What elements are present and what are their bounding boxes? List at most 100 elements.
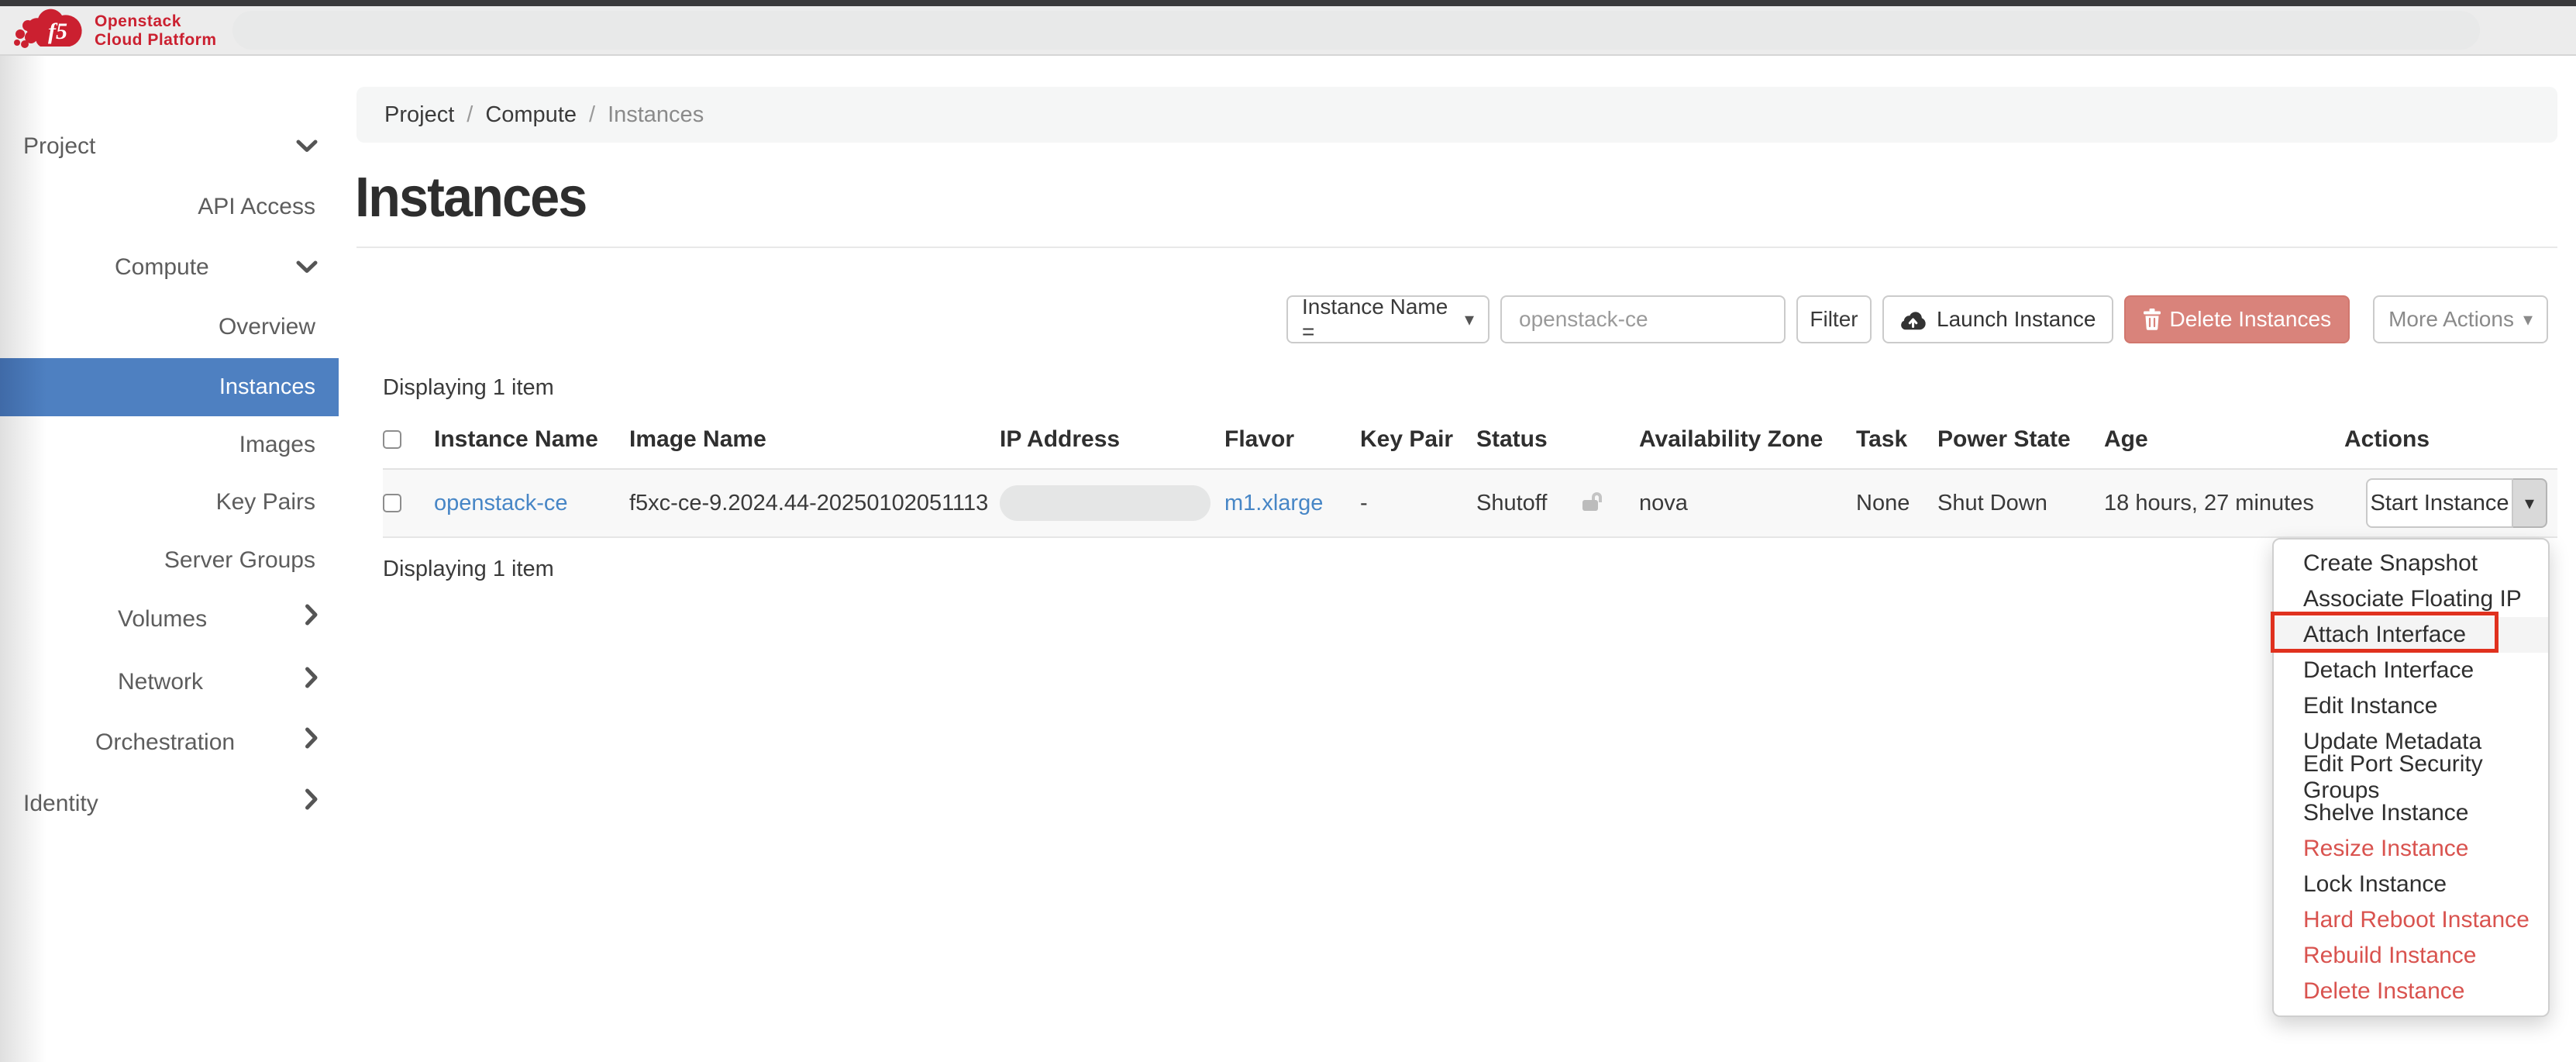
- filter-field-label: Instance Name =: [1302, 295, 1465, 344]
- flavor-link[interactable]: m1.xlarge: [1224, 491, 1323, 515]
- col-header-lock: [1581, 411, 1639, 469]
- col-header-key-pair[interactable]: Key Pair: [1360, 411, 1476, 469]
- select-all-checkbox[interactable]: [383, 430, 401, 449]
- instances-table: Instance Name Image Name IP Address Flav…: [383, 411, 2557, 538]
- breadcrumb-separator: /: [467, 102, 473, 128]
- chevron-down-icon: [295, 250, 319, 284]
- sidebar-item-label: Project: [23, 133, 95, 159]
- breadcrumb-compute[interactable]: Compute: [485, 102, 577, 128]
- menu-item-attach-interface[interactable]: Attach Interface: [2274, 617, 2548, 653]
- sidebar-item-label: API Access: [198, 194, 315, 219]
- sidebar-item-orchestration[interactable]: Orchestration: [0, 726, 339, 760]
- col-header-availability-zone[interactable]: Availability Zone: [1639, 411, 1856, 469]
- delete-instances-button[interactable]: Delete Instances: [2124, 295, 2350, 343]
- menu-item-create-snapshot[interactable]: Create Snapshot: [2274, 546, 2548, 581]
- sidebar-item-label: Instances: [219, 374, 315, 399]
- sidebar-item-instances[interactable]: Instances: [0, 358, 339, 416]
- breadcrumb-instances: Instances: [608, 102, 704, 128]
- image-name-cell: f5xc-ce-9.2024.44-20250102051113: [629, 491, 988, 515]
- header-redacted-area: [232, 11, 2480, 50]
- menu-item-edit-instance[interactable]: Edit Instance: [2274, 688, 2548, 724]
- sidebar-item-label: Compute: [115, 254, 209, 280]
- menu-item-associate-floating-ip[interactable]: Associate Floating IP: [2274, 581, 2548, 617]
- row-actions-dropdown-toggle[interactable]: ▾: [2513, 478, 2547, 528]
- chevron-down-icon: [295, 129, 319, 164]
- col-header-actions: Actions: [2344, 411, 2557, 469]
- col-header-ip-address[interactable]: IP Address: [1000, 411, 1224, 469]
- sidebar-item-label: Network: [118, 669, 203, 695]
- col-header-flavor[interactable]: Flavor: [1224, 411, 1360, 469]
- col-header-image-name[interactable]: Image Name: [629, 411, 1000, 469]
- horizon-instances-page: f5 Openstack Cloud Platform Project API …: [0, 0, 2576, 1062]
- chevron-right-icon: [305, 787, 319, 821]
- sidebar-item-label: Identity: [23, 791, 98, 816]
- availability-zone-cell: nova: [1639, 491, 1688, 515]
- breadcrumb: Project / Compute / Instances: [356, 87, 2557, 143]
- sidebar-item-overview[interactable]: Overview: [0, 310, 339, 344]
- table-row: openstack-ce f5xc-ce-9.2024.44-202501020…: [383, 469, 2557, 537]
- caret-down-icon: ▾: [2523, 309, 2533, 331]
- power-state-cell: Shut Down: [1937, 491, 2047, 515]
- menu-item-resize-instance[interactable]: Resize Instance: [2274, 831, 2548, 867]
- sidebar-item-api-access[interactable]: API Access: [0, 190, 339, 224]
- col-header-task[interactable]: Task: [1856, 411, 1937, 469]
- chevron-right-icon: [305, 726, 319, 760]
- page-title: Instances: [355, 166, 586, 229]
- item-count-top: Displaying 1 item: [383, 375, 554, 401]
- breadcrumb-project[interactable]: Project: [384, 102, 454, 128]
- menu-item-detach-interface[interactable]: Detach Interface: [2274, 653, 2548, 688]
- row-actions-split-button: Start Instance ▾: [2366, 478, 2547, 528]
- unlock-icon: [1581, 487, 1609, 513]
- col-header-instance-name[interactable]: Instance Name: [434, 411, 629, 469]
- status-cell: Shutoff: [1476, 491, 1547, 515]
- sidebar-item-label: Images: [239, 432, 315, 457]
- item-count-bottom: Displaying 1 item: [383, 557, 554, 582]
- filter-button[interactable]: Filter: [1796, 295, 1872, 343]
- sidebar-item-compute[interactable]: Compute: [0, 250, 339, 284]
- key-pair-cell: -: [1360, 491, 1368, 515]
- sidebar-item-identity[interactable]: Identity: [0, 787, 339, 821]
- sidebar-item-network[interactable]: Network: [0, 665, 339, 699]
- caret-down-icon: ▾: [2525, 492, 2534, 515]
- launch-instance-button[interactable]: Launch Instance: [1882, 295, 2113, 343]
- trash-icon: [2143, 309, 2161, 330]
- chevron-right-icon: [305, 665, 319, 699]
- sidebar-item-label: Key Pairs: [216, 489, 315, 515]
- col-header-power-state[interactable]: Power State: [1937, 411, 2104, 469]
- caret-down-icon: ▾: [1465, 309, 1474, 331]
- ip-address-redacted: [1000, 485, 1211, 521]
- col-header-age[interactable]: Age: [2104, 411, 2344, 469]
- menu-item-delete-instance[interactable]: Delete Instance: [2274, 974, 2548, 1009]
- svg-text:f5: f5: [48, 19, 67, 44]
- sidebar-item-images[interactable]: Images: [0, 428, 339, 462]
- title-divider: [356, 247, 2557, 248]
- row-actions-menu: Create Snapshot Associate Floating IP At…: [2272, 538, 2550, 1017]
- sidebar-item-server-groups[interactable]: Server Groups: [0, 543, 339, 578]
- menu-item-edit-port-security-groups[interactable]: Edit Port Security Groups: [2274, 760, 2548, 795]
- search-input[interactable]: [1500, 295, 1786, 343]
- more-actions-button[interactable]: More Actions ▾: [2373, 295, 2548, 343]
- filter-field-select[interactable]: Instance Name = ▾: [1286, 295, 1489, 343]
- row-checkbox[interactable]: [383, 494, 401, 512]
- menu-item-hard-reboot-instance[interactable]: Hard Reboot Instance: [2274, 902, 2548, 938]
- instance-name-link[interactable]: openstack-ce: [434, 491, 568, 515]
- task-cell: None: [1856, 491, 1910, 515]
- table-header-row: Instance Name Image Name IP Address Flav…: [383, 411, 2557, 469]
- brand-text: Openstack Cloud Platform: [95, 12, 217, 50]
- sidebar-item-project[interactable]: Project: [0, 129, 339, 164]
- start-instance-button[interactable]: Start Instance: [2366, 478, 2513, 528]
- brand-logo[interactable]: f5 Openstack Cloud Platform: [11, 8, 217, 54]
- app-header: f5 Openstack Cloud Platform: [0, 6, 2576, 56]
- filter-button-label: Filter: [1810, 307, 1858, 332]
- sidebar-item-key-pairs[interactable]: Key Pairs: [0, 485, 339, 519]
- col-header-status[interactable]: Status: [1476, 411, 1581, 469]
- menu-item-rebuild-instance[interactable]: Rebuild Instance: [2274, 938, 2548, 974]
- menu-item-lock-instance[interactable]: Lock Instance: [2274, 867, 2548, 902]
- sidebar-item-label: Overview: [219, 314, 315, 340]
- launch-instance-label: Launch Instance: [1937, 307, 2096, 332]
- sidebar-item-label: Server Groups: [164, 547, 315, 573]
- table-toolbar: Instance Name = ▾ Filter Launch Instance: [1286, 295, 2548, 343]
- sidebar-item-volumes[interactable]: Volumes: [0, 602, 339, 636]
- age-cell: 18 hours, 27 minutes: [2104, 491, 2314, 515]
- window-top-strip: [0, 0, 2576, 6]
